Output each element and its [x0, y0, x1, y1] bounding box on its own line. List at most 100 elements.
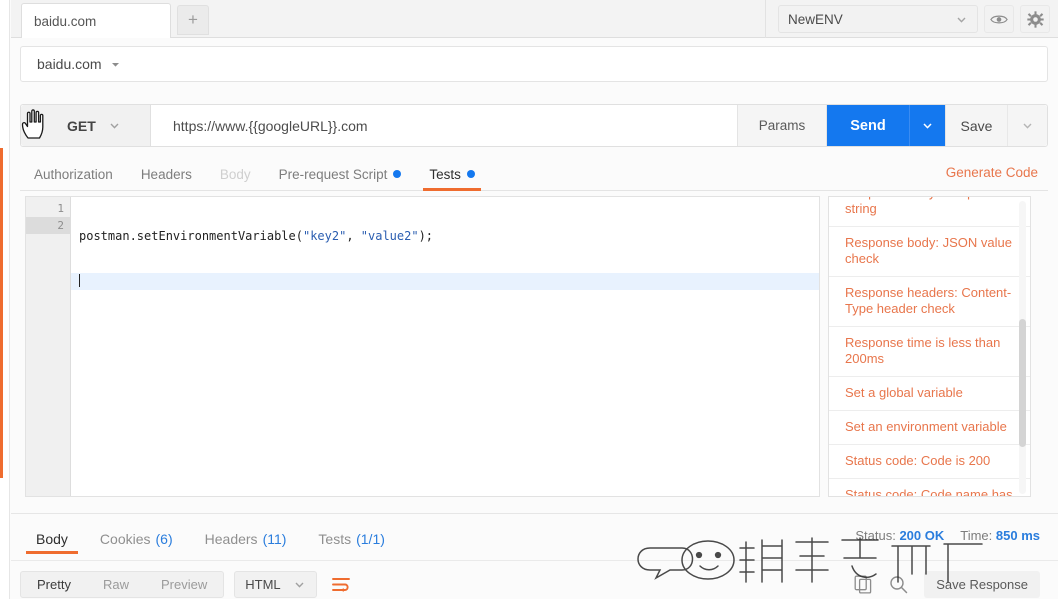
- tab-label: Authorization: [34, 167, 113, 182]
- request-tab-baidu[interactable]: baidu.com: [21, 3, 171, 38]
- word-wrap-icon: [331, 576, 351, 594]
- view-mode-preview[interactable]: Preview: [145, 572, 223, 597]
- tab-label: Cookies: [100, 531, 151, 547]
- tab-body[interactable]: Body: [206, 158, 265, 190]
- left-sidebar-rail: [0, 0, 10, 599]
- response-tab-tests[interactable]: Tests (1/1): [302, 524, 400, 554]
- postman-app-window: baidu.com + NewENV: [0, 0, 1058, 599]
- time-label: Time:: [960, 528, 992, 543]
- code-line-2: [71, 273, 819, 290]
- eye-icon: [990, 13, 1008, 26]
- add-tab-button[interactable]: +: [177, 5, 209, 35]
- request-url-bar: GET Params Send Save: [20, 104, 1048, 147]
- snippet-item[interactable]: Set an environment variable: [829, 411, 1030, 445]
- modified-indicator-dot: [393, 170, 401, 178]
- chevron-down-icon: [110, 59, 121, 70]
- response-view-mode-group: Pretty Raw Preview: [20, 571, 224, 598]
- tab-label: Headers: [205, 531, 258, 547]
- snippet-item[interactable]: Response body: JSON value check: [829, 227, 1030, 277]
- request-tab-strip: baidu.com + NewENV: [11, 0, 1058, 38]
- generate-code-label: Generate Code: [946, 165, 1038, 180]
- settings-button[interactable]: [1020, 5, 1050, 33]
- request-section-tabs: Authorization Headers Body Pre-request S…: [20, 158, 1048, 191]
- send-label: Send: [850, 118, 885, 134]
- environment-quick-look-button[interactable]: [984, 5, 1014, 33]
- save-label: Save: [961, 118, 993, 134]
- tab-label: Tests: [318, 531, 351, 547]
- scrollbar-thumb[interactable]: [1019, 319, 1026, 447]
- search-icon[interactable]: [889, 575, 908, 594]
- response-toolbar-divider: [11, 560, 1058, 561]
- response-tab-body[interactable]: Body: [20, 524, 84, 554]
- text-cursor: [79, 274, 80, 287]
- generate-code-link[interactable]: Generate Code: [946, 165, 1038, 180]
- snippet-item[interactable]: Status code: Code name has: [829, 479, 1030, 497]
- snippet-item[interactable]: Response time is less than 200ms: [829, 327, 1030, 377]
- save-options-button[interactable]: [1007, 105, 1047, 146]
- environment-select[interactable]: NewENV: [778, 5, 978, 33]
- collection-breadcrumb-bar[interactable]: baidu.com: [20, 46, 1048, 82]
- response-actions: Save Response: [854, 571, 1040, 598]
- editor-line-number-gutter: 1 2: [26, 197, 71, 496]
- copy-icon[interactable]: [854, 575, 873, 594]
- http-method-select[interactable]: GET: [21, 105, 151, 146]
- snippet-item[interactable]: Set a global variable: [829, 377, 1030, 411]
- response-tab-headers[interactable]: Headers (11): [189, 524, 303, 554]
- response-section-divider: [11, 513, 1058, 514]
- send-options-button[interactable]: [909, 105, 945, 146]
- request-tab-label: baidu.com: [34, 14, 96, 29]
- word-wrap-toggle[interactable]: [327, 571, 355, 598]
- code-token-separator: ,: [346, 229, 360, 243]
- save-request-button[interactable]: Save: [945, 105, 1007, 146]
- chevron-down-icon: [108, 119, 121, 132]
- modified-indicator-dot: [467, 170, 475, 178]
- tests-script-editor[interactable]: 1 2 postman.setEnvironmentVariable("key2…: [25, 196, 820, 497]
- tab-headers[interactable]: Headers: [127, 158, 206, 190]
- snippet-item[interactable]: Response body: is equal to a string: [829, 196, 1030, 227]
- format-label: HTML: [245, 577, 280, 592]
- view-mode-pretty[interactable]: Pretty: [21, 572, 87, 597]
- chevron-down-icon: [921, 119, 934, 132]
- status-value: 200 OK: [899, 528, 944, 543]
- test-snippets-panel[interactable]: Response body: is equal to a string Resp…: [828, 196, 1031, 497]
- gear-icon: [1027, 11, 1044, 28]
- code-token-string-key: "key2": [303, 229, 346, 243]
- params-button[interactable]: Params: [737, 105, 827, 146]
- code-token-end: );: [419, 229, 433, 243]
- time-group: Time: 850 ms: [960, 528, 1040, 543]
- chevron-down-icon: [955, 13, 968, 26]
- save-response-label: Save Response: [936, 577, 1028, 592]
- code-line-1: postman.setEnvironmentVariable("key2", "…: [71, 228, 819, 245]
- environment-controls: NewENV: [765, 0, 1050, 38]
- save-response-button[interactable]: Save Response: [924, 571, 1040, 598]
- status-label: Status:: [855, 528, 895, 543]
- response-status-line: Status: 200 OK Time: 850 ms: [855, 528, 1040, 543]
- tab-tests[interactable]: Tests: [415, 158, 489, 190]
- snippets-scrollbar[interactable]: [1019, 201, 1026, 494]
- tab-pre-request-script[interactable]: Pre-request Script: [265, 158, 416, 190]
- response-tab-cookies[interactable]: Cookies (6): [84, 524, 189, 554]
- tab-count: (6): [156, 531, 173, 547]
- send-button[interactable]: Send: [827, 105, 909, 146]
- response-format-select[interactable]: HTML: [234, 571, 316, 598]
- chevron-down-icon: [1021, 119, 1034, 132]
- tab-label: Headers: [141, 167, 192, 182]
- view-mode-raw[interactable]: Raw: [87, 572, 145, 597]
- code-token-string-value: "value2": [361, 229, 419, 243]
- tab-label: Pre-request Script: [279, 167, 388, 182]
- url-input[interactable]: [151, 105, 737, 146]
- params-label: Params: [759, 118, 806, 133]
- tab-label: Body: [36, 531, 68, 547]
- line-number: 2: [26, 217, 70, 234]
- tab-label: Body: [220, 167, 251, 182]
- snippet-item[interactable]: Response headers: Content-Type header ch…: [829, 277, 1030, 327]
- status-group: Status: 200 OK: [855, 528, 944, 543]
- chevron-down-icon: [293, 578, 306, 591]
- http-method-label: GET: [67, 118, 96, 134]
- tab-authorization[interactable]: Authorization: [20, 158, 127, 190]
- editor-code-area[interactable]: postman.setEnvironmentVariable("key2", "…: [71, 197, 819, 496]
- line-number: 1: [26, 200, 70, 217]
- sidebar-accent-strip: [0, 148, 3, 478]
- snippet-item[interactable]: Status code: Code is 200: [829, 445, 1030, 479]
- environment-selected-label: NewENV: [788, 12, 843, 27]
